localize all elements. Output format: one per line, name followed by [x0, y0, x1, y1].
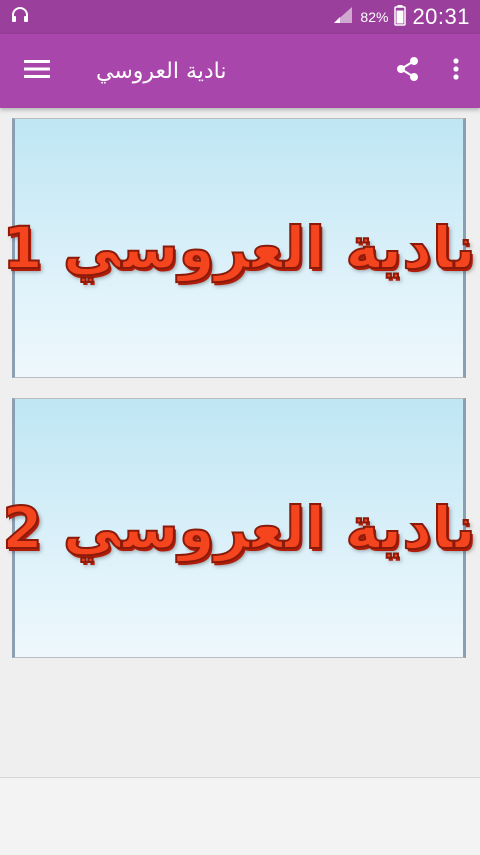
status-bar: 82% 20:31 — [0, 0, 480, 34]
share-button[interactable] — [384, 34, 432, 108]
battery-percent: 82% — [360, 9, 389, 25]
menu-icon — [24, 59, 50, 83]
headset-icon — [10, 5, 30, 29]
menu-button[interactable] — [0, 34, 74, 108]
card-list: نادية العروسي 1 نادية العروسي 2 — [0, 108, 480, 778]
app-bar: نادية العروسي — [0, 34, 480, 108]
more-options-button[interactable] — [432, 34, 480, 108]
card-title-2: نادية العروسي 2 — [1, 493, 476, 563]
card-title-1: نادية العروسي 1 — [1, 213, 476, 283]
card-item-1[interactable]: نادية العروسي 1 — [1, 118, 477, 378]
share-icon — [395, 56, 421, 86]
clock: 20:31 — [412, 4, 470, 29]
battery-icon — [394, 4, 407, 31]
app-title: نادية العروسي — [96, 58, 227, 84]
status-bar-left — [10, 5, 30, 29]
bottom-bar — [0, 777, 480, 855]
card-item-2[interactable]: نادية العروسي 2 — [1, 398, 477, 658]
more-vert-icon — [452, 57, 460, 85]
status-bar-right: 82% 20:31 — [332, 4, 470, 31]
signal-icon — [332, 5, 354, 30]
